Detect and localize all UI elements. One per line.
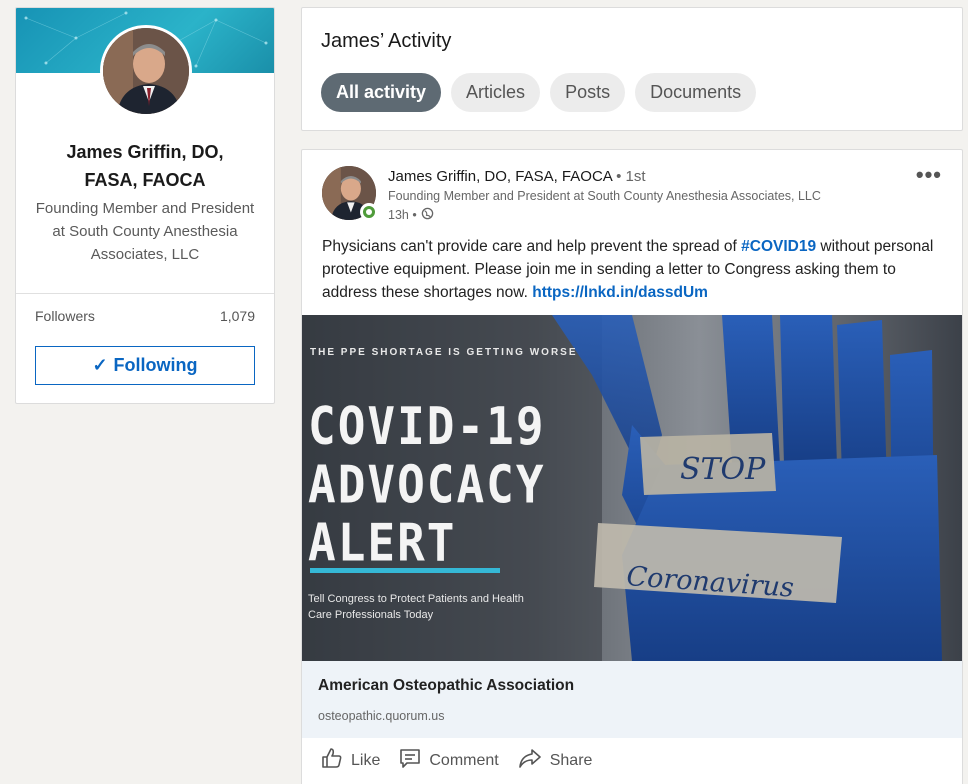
- comment-icon: [398, 746, 422, 775]
- followers-row: Followers 1,079: [35, 308, 255, 324]
- like-button[interactable]: Like: [320, 746, 380, 775]
- activity-filter-tabs: All activity Articles Posts Documents: [321, 73, 757, 112]
- share-icon: [517, 746, 543, 775]
- comment-button[interactable]: Comment: [398, 746, 499, 775]
- post-timestamp: 13h •: [388, 207, 434, 223]
- post-image[interactable]: STOP Coronavirus THE PPE SHORTAGE IS GET…: [302, 315, 962, 661]
- divider: [16, 293, 274, 294]
- hashtag-link[interactable]: #COVID19: [741, 238, 816, 255]
- following-button[interactable]: ✓ Following: [35, 346, 255, 385]
- image-kicker: THE PPE SHORTAGE IS GETTING WORSE: [310, 347, 578, 358]
- post-text-before: Physicians can't provide care and help p…: [322, 238, 742, 255]
- globe-icon: [421, 207, 434, 223]
- filter-documents[interactable]: Documents: [635, 73, 757, 112]
- image-headline-line-2: ADVOCACY: [308, 454, 546, 515]
- link-preview-title[interactable]: American Osteopathic Association: [318, 677, 574, 695]
- profile-avatar[interactable]: [100, 25, 192, 117]
- link-preview-url: osteopathic.quorum.us: [318, 709, 445, 723]
- post-url-link[interactable]: https://lnkd.in/dassdUm: [532, 284, 708, 301]
- image-subtext: Tell Congress to Protect Patients and He…: [308, 593, 524, 621]
- profile-headline: Founding Member and President at South C…: [35, 200, 255, 263]
- image-headline-line-3: ALERT: [308, 512, 457, 573]
- followers-label: Followers: [35, 308, 95, 324]
- post-card: James Griffin, DO, FASA, FAOCA • 1st Fou…: [301, 149, 963, 784]
- profile-name[interactable]: James Griffin, DO, FASA, FAOCA: [16, 138, 274, 194]
- activity-title: James’ Activity: [321, 30, 452, 52]
- image-accent-bar: [310, 568, 500, 573]
- post-actions: Like Comment Share: [320, 746, 592, 775]
- image-headline-line-1: COVID-19: [308, 395, 546, 457]
- image-headline: COVID-19 ADVOCACY ALERT: [308, 397, 546, 572]
- profile-card: James Griffin, DO, FASA, FAOCA Founding …: [15, 7, 275, 404]
- online-status-icon: [360, 203, 378, 221]
- like-label: Like: [351, 751, 381, 769]
- post-time: 13h •: [388, 208, 417, 222]
- filter-articles[interactable]: Articles: [451, 73, 541, 112]
- activity-card: James’ Activity All activity Articles Po…: [301, 7, 963, 131]
- tape-stop-text: STOP: [680, 452, 766, 487]
- post-author-name[interactable]: James Griffin, DO, FASA, FAOCA: [388, 168, 612, 185]
- more-options-icon[interactable]: •••: [916, 162, 942, 188]
- post-author-headline: Founding Member and President at South C…: [388, 189, 821, 203]
- share-label: Share: [549, 751, 593, 769]
- comment-label: Comment: [429, 751, 499, 769]
- check-icon: ✓: [92, 355, 108, 375]
- filter-posts[interactable]: Posts: [550, 73, 626, 112]
- filter-all-activity[interactable]: All activity: [321, 73, 442, 112]
- link-preview[interactable]: American Osteopathic Association osteopa…: [302, 661, 962, 738]
- post-body: Physicians can't provide care and help p…: [322, 235, 942, 304]
- followers-count: 1,079: [219, 308, 255, 324]
- thumbs-up-icon: [320, 746, 344, 775]
- connection-degree: • 1st: [611, 168, 646, 185]
- following-button-label: Following: [113, 355, 198, 375]
- post-author-line: James Griffin, DO, FASA, FAOCA • 1st: [388, 168, 646, 185]
- share-button[interactable]: Share: [517, 746, 593, 775]
